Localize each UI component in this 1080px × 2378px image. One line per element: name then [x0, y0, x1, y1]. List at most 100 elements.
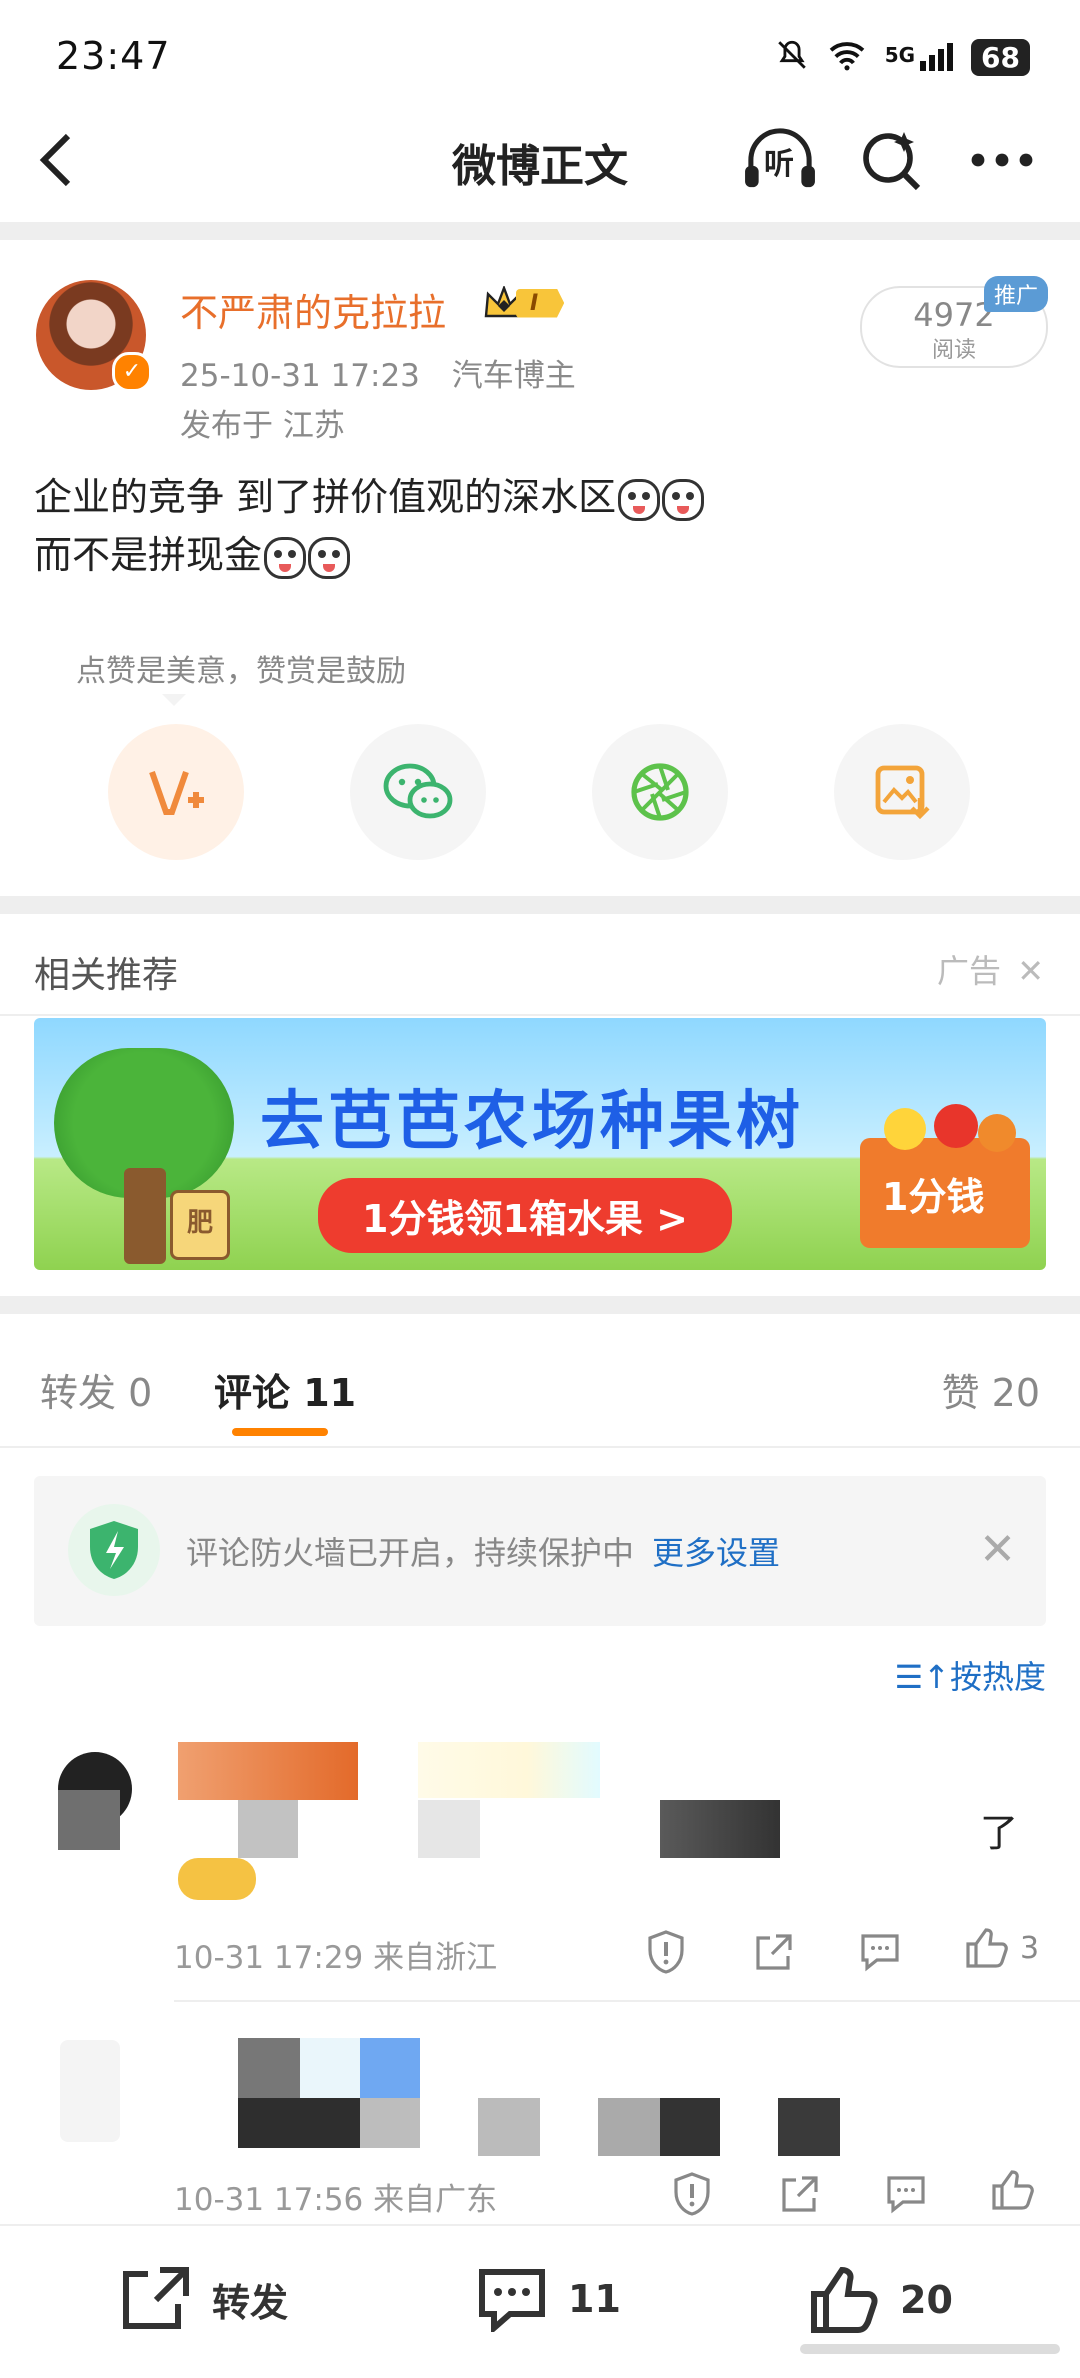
thumbs-up-icon [966, 1928, 1008, 1968]
moments-shutter-icon [631, 763, 689, 821]
status-icons: 5G 68 [775, 38, 1030, 76]
like-count: 20 [900, 2278, 953, 2322]
sort-icon: ☰↑ [894, 1658, 950, 1696]
share-icon[interactable] [750, 1928, 798, 1976]
thumbs-up-icon [992, 2170, 1034, 2210]
obscured-block [660, 1800, 780, 1858]
promo-tag: 推广 [984, 276, 1049, 312]
ad-close[interactable]: 广告 ✕ [937, 946, 1044, 992]
obscured-block [300, 2038, 360, 2098]
post-text-line1: 企业的竞争 到了拼价值观的深水区 [34, 475, 617, 519]
emoji-icon [308, 536, 351, 579]
sort-label: 按热度 [949, 1658, 1046, 1696]
close-icon[interactable]: ✕ [1017, 952, 1044, 990]
obscured-emoji [178, 1858, 256, 1900]
author-role: 汽车博主 [451, 358, 576, 394]
reward-v-plus-icon [149, 771, 204, 815]
ad-label: 广告 [937, 952, 1002, 990]
obscured-block [238, 1800, 298, 1858]
post-date: 25-10-31 17:23 [180, 358, 420, 394]
related-title: 相关推荐 [34, 955, 179, 996]
comment-count: 11 [568, 2277, 621, 2321]
share-moments-button[interactable] [592, 724, 728, 860]
comment-like-button[interactable] [990, 2168, 1036, 2216]
shield-icon [68, 1504, 160, 1596]
save-image-button[interactable] [834, 724, 970, 860]
read-label: 阅读 [931, 338, 976, 363]
post-text-line2: 而不是拼现金 [34, 533, 263, 577]
obscured-block [660, 2098, 720, 2156]
post-meta-line: 25-10-31 17:23 汽车博主 [180, 350, 576, 395]
comment-icon [479, 2269, 545, 2332]
banner-cta-button[interactable]: 1分钱领1箱水果 > [318, 1178, 732, 1253]
post-location: 发布于 江苏 [180, 408, 345, 444]
rank-level: I [516, 288, 565, 318]
report-icon[interactable] [642, 1928, 690, 1976]
member-rank-badge[interactable]: I [484, 286, 565, 320]
emoji-icon [662, 478, 705, 521]
obscured-block [478, 2098, 540, 2156]
comment-meta: 10-31 17:29 来自浙江 [174, 1940, 498, 1976]
reward-tip: 点赞是美意，赞赏是鼓励 [76, 654, 406, 689]
ad-banner[interactable]: 肥 去芭芭农场种果树 1分钱领1箱水果 > 1分钱 [34, 1018, 1046, 1270]
share-wechat-button[interactable] [350, 724, 486, 860]
network-type: 5G [884, 43, 916, 67]
more-settings-link[interactable]: 更多设置 [652, 1534, 780, 1572]
comment-like-button[interactable]: 3 [964, 1926, 1039, 1970]
tab-comments[interactable]: 评论 11 [214, 1362, 356, 1417]
obscured-block [418, 1742, 600, 1798]
post-body: 企业的竞争 到了拼价值观的深水区 而不是拼现金 [34, 468, 705, 584]
separator [0, 1014, 1080, 1016]
report-icon[interactable] [668, 2170, 716, 2218]
signal-icon: 5G [884, 43, 954, 71]
tab-repost[interactable]: 转发 0 [40, 1362, 152, 1417]
obscured-block [238, 2038, 300, 2098]
firewall-text: 评论防火墙已开启，持续保护中 更多设置 [186, 1528, 780, 1574]
ai-search-icon[interactable] [852, 125, 932, 195]
reply-icon[interactable] [856, 1928, 904, 1976]
comment-like-count: 3 [1020, 1930, 1040, 1966]
listen-headphone-icon[interactable]: 听 [740, 125, 820, 195]
save-image-icon [875, 765, 930, 820]
thumbs-up-icon [811, 2266, 878, 2333]
section-divider [0, 1296, 1080, 1314]
separator [0, 1446, 1080, 1448]
reply-icon[interactable] [882, 2170, 930, 2218]
like-button[interactable]: 20 [808, 2266, 953, 2334]
wifi-icon [827, 39, 867, 75]
apple-fruit-icon [934, 1104, 978, 1148]
fruit-box-label: 1分钱 [882, 1175, 985, 1219]
tip-pointer [162, 694, 186, 706]
tab-likes[interactable]: 赞 20 [942, 1362, 1040, 1417]
reward-button[interactable] [108, 724, 244, 860]
fertilizer-pot: 肥 [170, 1190, 230, 1260]
sort-by-hot[interactable]: ☰↑按热度 [894, 1652, 1046, 1698]
commenter-avatar[interactable] [60, 2040, 120, 2142]
repost-icon [123, 2267, 189, 2329]
wechat-icon [383, 763, 453, 819]
section-divider [0, 896, 1080, 914]
status-time: 23:47 [56, 34, 171, 78]
close-icon[interactable]: ✕ [979, 1524, 1016, 1575]
more-icon[interactable] [962, 125, 1042, 195]
repost-button[interactable]: 转发 [120, 2266, 288, 2332]
comment-button[interactable]: 11 [476, 2266, 621, 2332]
obscured-block [58, 1790, 120, 1850]
obscured-block [360, 2098, 420, 2148]
comment-firewall-notice: 评论防火墙已开启，持续保护中 更多设置 ✕ [34, 1476, 1046, 1626]
obscured-block [238, 2098, 360, 2148]
share-icon[interactable] [776, 2170, 824, 2218]
home-indicator [800, 2344, 1060, 2354]
emoji-icon [264, 536, 307, 579]
section-divider [0, 222, 1080, 240]
author-name[interactable]: 不严肃的克拉拉 [180, 282, 446, 337]
comment-text-fragment: 了 [980, 1811, 1019, 1855]
listen-label: 听 [764, 147, 794, 182]
obscured-username [178, 1742, 358, 1800]
battery-indicator: 68 [971, 38, 1030, 76]
orange-fruit-icon [884, 1108, 926, 1150]
repost-label: 转发 [212, 2280, 289, 2325]
comment-meta: 10-31 17:56 来自广东 [174, 2182, 498, 2218]
tree-trunk [124, 1168, 166, 1264]
emoji-icon [618, 478, 661, 521]
